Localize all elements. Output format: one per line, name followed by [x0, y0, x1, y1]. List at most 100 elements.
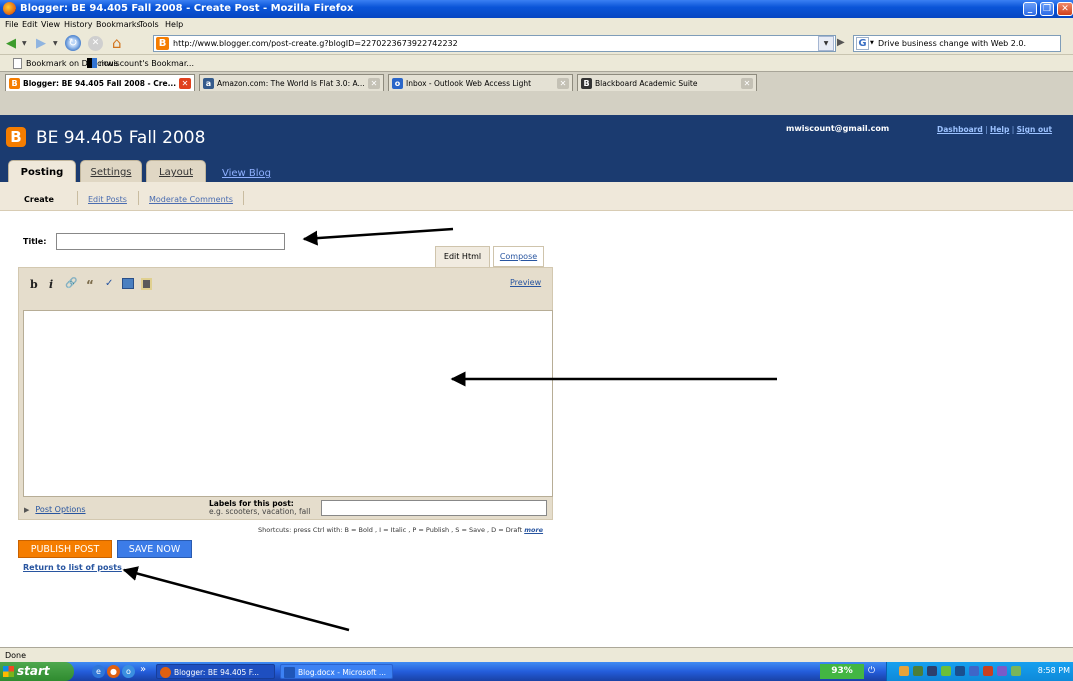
tab-outlook[interactable]: o Inbox - Outlook Web Access Light ✕: [388, 74, 573, 91]
network-icon[interactable]: [913, 666, 923, 676]
back-arrow-icon[interactable]: ◀: [6, 37, 16, 50]
link-icon[interactable]: 🔗: [65, 278, 77, 289]
search-text: Drive business change with Web 2.0.: [878, 39, 1027, 48]
firefox-quicklaunch-icon[interactable]: ●: [107, 665, 120, 678]
post-options-link[interactable]: Post Options: [35, 505, 85, 514]
arrow-to-return-link: [122, 566, 350, 632]
url-bar[interactable]: B http://www.blogger.com/post-create.g?b…: [153, 35, 836, 52]
edit-html-tab[interactable]: Edit Html: [435, 246, 490, 267]
outlook-quicklaunch-icon[interactable]: o: [122, 665, 135, 678]
messenger-icon[interactable]: [997, 666, 1007, 676]
shortcuts-hint: Shortcuts: press Ctrl with: B = Bold , I…: [258, 526, 543, 534]
menu-edit[interactable]: Edit: [22, 20, 38, 29]
edit-posts-link[interactable]: Edit Posts: [88, 195, 127, 204]
video-icon[interactable]: [141, 278, 152, 290]
bold-button[interactable]: b: [30, 278, 38, 291]
menu-history[interactable]: History: [64, 20, 92, 29]
posting-subnav: Create Edit Posts Moderate Comments: [0, 185, 1073, 211]
italic-button[interactable]: i: [49, 278, 53, 291]
subtab-create[interactable]: Create: [24, 195, 54, 204]
update-icon[interactable]: [899, 666, 909, 676]
taskbar-item-word[interactable]: Blog.docx - Microsoft ...: [280, 664, 393, 679]
start-button[interactable]: start: [0, 662, 74, 681]
reload-icon[interactable]: ↻: [65, 35, 81, 51]
tab-amazon[interactable]: a Amazon.com: The World Is Flat 3.0: A..…: [199, 74, 384, 91]
tab-close-icon[interactable]: ✕: [179, 78, 191, 89]
stop-icon[interactable]: ✕: [88, 36, 103, 51]
shortcuts-more-link[interactable]: more: [524, 526, 543, 534]
power-plug-icon[interactable]: ⏻: [868, 666, 875, 676]
tab-label: Blogger: BE 94.405 Fall 2008 - Cre...: [23, 79, 177, 88]
tab-blackboard[interactable]: B Blackboard Academic Suite ✕: [577, 74, 757, 91]
url-dropdown-icon[interactable]: ▼: [818, 36, 834, 51]
search-field[interactable]: G ▼ Drive business change with Web 2.0.: [853, 35, 1061, 52]
tab-blogger[interactable]: B Blogger: BE 94.405 Fall 2008 - Cre... …: [5, 74, 195, 91]
security-icon[interactable]: [941, 666, 951, 676]
url-text: http://www.blogger.com/post-create.g?blo…: [173, 39, 458, 48]
layout-link[interactable]: Layout: [159, 167, 193, 178]
minimize-button[interactable]: _: [1023, 2, 1037, 16]
menu-bookmarks[interactable]: Bookmarks: [96, 20, 141, 29]
shield-icon[interactable]: [969, 666, 979, 676]
tab-close-icon[interactable]: ✕: [741, 78, 753, 89]
alert-icon[interactable]: [983, 666, 993, 676]
antivirus-icon[interactable]: [927, 666, 937, 676]
go-arrow-icon[interactable]: ▶: [837, 37, 845, 48]
tab-label: Amazon.com: The World Is Flat 3.0: A...: [217, 79, 365, 88]
bookmark-mwiscount[interactable]: mwiscount's Bookmar...: [99, 59, 194, 68]
menu-tools[interactable]: Tools: [139, 20, 159, 29]
post-title-input[interactable]: [56, 233, 285, 250]
tab-close-icon[interactable]: ✕: [368, 78, 380, 89]
forward-history-dropdown-icon[interactable]: ▼: [53, 40, 58, 47]
settings-link[interactable]: Settings: [90, 167, 131, 178]
dashboard-link[interactable]: Dashboard: [937, 125, 983, 134]
page-icon: [13, 58, 22, 69]
more-quicklaunch-icon[interactable]: »: [140, 664, 146, 675]
menu-file[interactable]: File: [5, 20, 18, 29]
post-editor: b i 🔗 “ ✓ Preview ▶ Post Options Labels f…: [18, 267, 553, 520]
window-title: Blogger: BE 94.405 Fall 2008 - Create Po…: [20, 3, 354, 14]
post-body-textarea[interactable]: [23, 310, 553, 497]
publish-post-button[interactable]: PUBLISH POST: [18, 540, 112, 558]
taskbar-item-label: Blogger: BE 94.405 F...: [174, 668, 259, 677]
blackboard-icon: B: [581, 78, 592, 89]
tab-close-icon[interactable]: ✕: [557, 78, 569, 89]
account-email: mwiscount@gmail.com: [786, 124, 890, 133]
view-blog-link[interactable]: View Blog: [222, 168, 271, 179]
menu-bar: File Edit View History Bookmarks Tools H…: [0, 18, 1073, 32]
menu-view[interactable]: View: [41, 20, 60, 29]
volume-icon[interactable]: [1011, 666, 1021, 676]
save-now-button[interactable]: SAVE NOW: [117, 540, 192, 558]
preview-link[interactable]: Preview: [510, 278, 541, 287]
labels-input[interactable]: [321, 500, 547, 516]
spellcheck-icon[interactable]: ✓: [105, 278, 113, 289]
status-text: Done: [5, 651, 27, 660]
post-options-toggle[interactable]: ▶ Post Options: [24, 505, 86, 514]
compose-tab[interactable]: Compose: [493, 246, 544, 267]
google-icon[interactable]: G: [856, 37, 869, 50]
windows-flag-icon: [3, 666, 14, 677]
taskbar-item-firefox[interactable]: Blogger: BE 94.405 F...: [156, 664, 275, 679]
help-link[interactable]: Help: [990, 125, 1009, 134]
display-icon[interactable]: [955, 666, 965, 676]
firefox-icon: [3, 2, 16, 15]
amazon-icon: a: [203, 78, 214, 89]
blogger-logo-icon: B: [6, 127, 26, 147]
search-engine-dropdown-icon[interactable]: ▼: [870, 40, 874, 46]
ie-icon[interactable]: e: [92, 665, 105, 678]
subtab-moderate-comments[interactable]: Moderate Comments: [149, 195, 233, 204]
quote-icon[interactable]: “: [86, 278, 94, 292]
moderate-comments-link[interactable]: Moderate Comments: [149, 195, 233, 204]
close-button[interactable]: ✕: [1057, 2, 1073, 16]
system-tray: 8:58 PM: [886, 662, 1073, 681]
sign-out-link[interactable]: Sign out: [1017, 125, 1052, 134]
home-icon[interactable]: ⌂: [112, 35, 128, 51]
maximize-button[interactable]: ❐: [1040, 2, 1054, 16]
word-icon: [284, 667, 295, 678]
subtab-edit-posts[interactable]: Edit Posts: [88, 195, 127, 204]
back-history-dropdown-icon[interactable]: ▼: [22, 40, 27, 47]
menu-help[interactable]: Help: [165, 20, 183, 29]
forward-arrow-icon[interactable]: ▶: [36, 37, 46, 50]
return-to-posts-link[interactable]: Return to list of posts: [23, 563, 122, 572]
image-icon[interactable]: [122, 278, 134, 289]
